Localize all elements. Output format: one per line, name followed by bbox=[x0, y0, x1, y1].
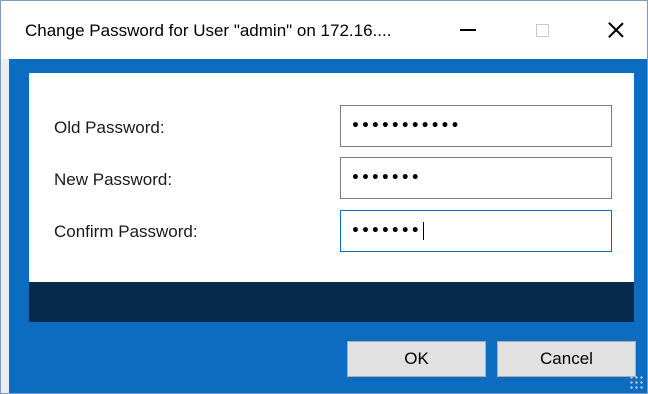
resize-grip-icon[interactable] bbox=[629, 375, 643, 389]
password-form-panel: Old Password: ••••••••••• New Password: … bbox=[29, 73, 634, 322]
title-bar[interactable]: Change Password for User "admin" on 172.… bbox=[1, 1, 647, 59]
window-title: Change Password for User "admin" on 172.… bbox=[25, 21, 392, 40]
ok-button[interactable]: OK bbox=[347, 341, 486, 377]
confirm-password-field[interactable]: ••••••• bbox=[340, 210, 612, 252]
old-password-field[interactable]: ••••••••••• bbox=[340, 105, 612, 147]
minimize-icon bbox=[460, 29, 476, 31]
old-password-label: Old Password: bbox=[54, 118, 165, 137]
minimize-button[interactable] bbox=[431, 1, 505, 59]
change-password-dialog: Change Password for User "admin" on 172.… bbox=[0, 0, 648, 394]
new-password-label: New Password: bbox=[54, 170, 173, 189]
text-caret bbox=[422, 222, 425, 240]
old-password-value: ••••••••••• bbox=[351, 118, 461, 134]
close-icon bbox=[608, 22, 624, 38]
maximize-button[interactable] bbox=[505, 1, 579, 59]
new-password-field[interactable]: ••••••• bbox=[340, 157, 612, 199]
status-strip bbox=[29, 282, 634, 322]
confirm-password-label: Confirm Password: bbox=[54, 222, 198, 241]
new-password-value: ••••••• bbox=[351, 170, 421, 186]
maximize-icon bbox=[535, 23, 549, 37]
confirm-password-value: ••••••• bbox=[351, 223, 421, 239]
close-button[interactable] bbox=[579, 1, 647, 59]
cancel-button[interactable]: Cancel bbox=[497, 341, 636, 377]
window-left-edge bbox=[1, 59, 9, 393]
